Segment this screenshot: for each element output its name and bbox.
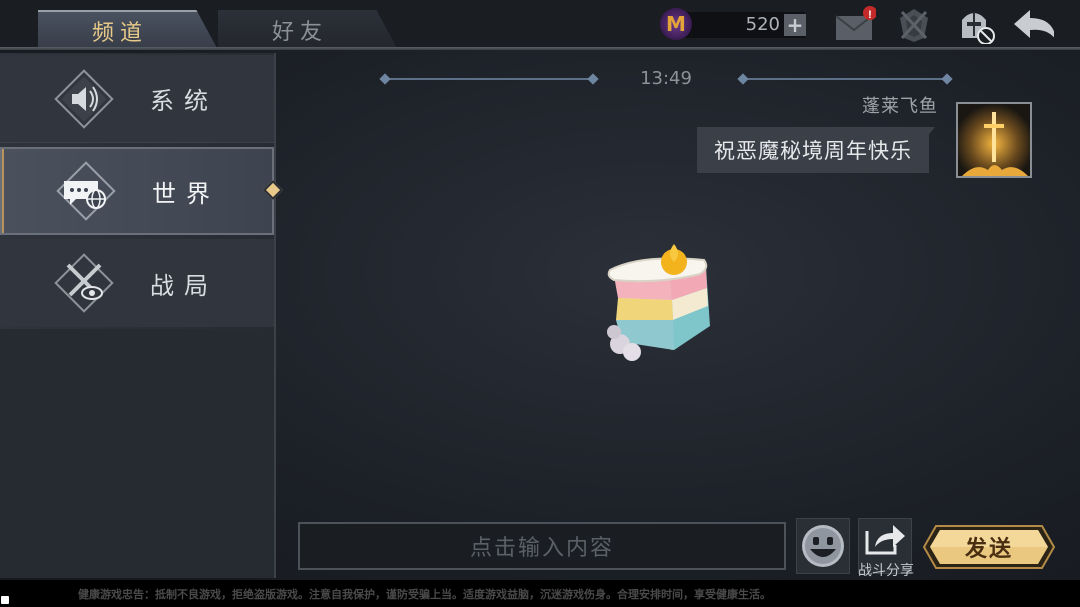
knight-helmet-muted-icon: [962, 12, 995, 44]
corner-indicator: [1, 596, 9, 604]
back-button[interactable]: [1010, 6, 1054, 44]
tab-friends-label: 好友: [271, 20, 328, 45]
cake-slice-sticker: [600, 240, 720, 366]
selection-diamond-icon: [263, 180, 283, 200]
mail-button[interactable]: !: [832, 6, 876, 44]
message-text: 祝恶魔秘境周年快乐: [714, 139, 912, 163]
sidebar-item-system-label: 系统: [150, 87, 218, 115]
message-bubble: 祝恶魔秘境周年快乐: [697, 127, 935, 173]
sidebar-item-system[interactable]: 系统: [0, 55, 274, 143]
emoji-button[interactable]: [796, 518, 850, 574]
health-notice-text: 健康游戏忠告：抵制不良游戏，拒绝盗版游戏。注意自我保护，谨防受骗上当。适度游戏益…: [78, 588, 771, 601]
sidebar-item-battle[interactable]: 战局: [0, 239, 274, 327]
knight-helmet-muted-button[interactable]: [952, 6, 996, 44]
sender-name[interactable]: 蓬莱飞鱼: [800, 92, 938, 118]
time-divider-right: [742, 78, 948, 80]
message-time: 13:49: [640, 68, 692, 89]
sender-avatar[interactable]: [956, 102, 1032, 178]
sidebar-item-world-label: 世界: [152, 179, 220, 208]
selection-indicator-line: [2, 149, 4, 233]
share-icon: [865, 525, 905, 555]
sidebar-item-battle-label: 战局: [150, 271, 218, 300]
mail-icon: !: [835, 6, 876, 40]
tab-channel-label: 频道: [91, 21, 148, 46]
currency-display: M 520 +: [660, 8, 810, 40]
globe-chat-icon: [56, 161, 116, 221]
back-arrow-icon: [1014, 10, 1054, 38]
chat-input[interactable]: 点击输入内容: [298, 522, 786, 570]
channel-sidebar: 系统 世界 战局: [0, 53, 283, 578]
health-notice-bar: 健康游戏忠告：抵制不良游戏，拒绝盗版游戏。注意自我保护，谨防受骗上当。适度游戏益…: [0, 580, 1080, 607]
mail-badge: !: [868, 9, 872, 21]
guild-icon: [900, 9, 928, 42]
time-separator: 13:49: [380, 66, 952, 92]
m-coin-icon: M: [660, 8, 692, 40]
chat-input-placeholder: 点击输入内容: [469, 536, 614, 561]
send-button[interactable]: 发送: [922, 524, 1056, 570]
sidebar-empty-area: [0, 329, 274, 578]
guild-button[interactable]: [892, 6, 936, 44]
send-button-label: 发送: [964, 537, 1013, 562]
sword-avatar-icon: [958, 104, 1030, 176]
emoji-icon: [802, 525, 844, 567]
speaker-icon: [54, 68, 114, 129]
add-currency-button[interactable]: +: [784, 14, 806, 36]
currency-value: 520: [745, 14, 780, 35]
top-bar: 频道 好友 M 520 + !: [0, 0, 1080, 50]
crossed-swords-eye-icon: [54, 253, 114, 313]
tab-friends[interactable]: 好友: [218, 10, 398, 50]
sidebar-item-world[interactable]: 世界: [0, 147, 283, 235]
tab-channel[interactable]: 频道: [38, 10, 218, 50]
chat-screen: 频道 好友 M 520 + ! 系统 世界 战局 13:49 蓬莱飞鱼 祝恶魔秘…: [0, 0, 1080, 607]
time-divider-left: [384, 78, 594, 80]
battle-share-label: 战斗分享: [858, 563, 914, 579]
